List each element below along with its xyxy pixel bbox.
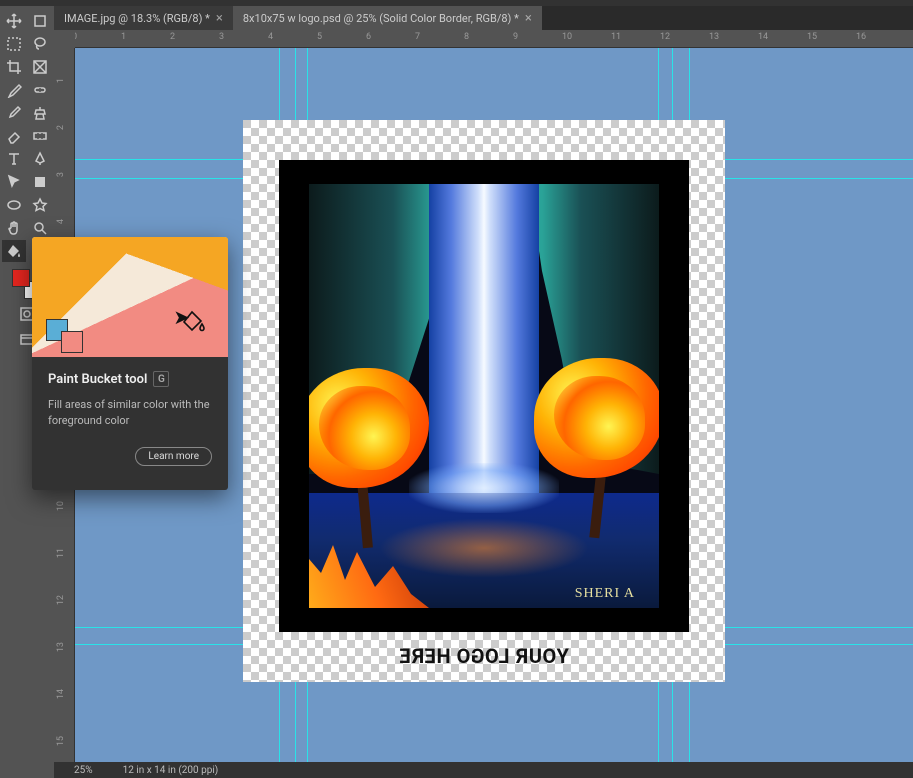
tab-8x10-logo-psd[interactable]: 8x10x75 w logo.psd @ 25% (Solid Color Bo… [233, 6, 542, 30]
artist-signature: SHERI A [575, 586, 635, 602]
tree-left [309, 368, 439, 548]
document-tabs: IMAGE.jpg @ 18.3% (RGB/8) * × 8x10x75 w … [54, 6, 913, 30]
healing-brush-tool[interactable] [28, 79, 52, 101]
image-layer: SHERI A [309, 184, 659, 608]
paint-bucket-icon [182, 309, 206, 333]
ruler-horizontal[interactable]: 012345678910111213141516 [75, 30, 913, 48]
brush-tool[interactable] [2, 102, 26, 124]
eraser-tool[interactable] [2, 125, 26, 147]
tool-tooltip: ➤ Paint Bucket tool G Fill areas of simi… [32, 237, 228, 490]
document-info[interactable]: 12 in x 14 in (200 ppi) [123, 765, 219, 776]
custom-shape-tool[interactable] [28, 194, 52, 216]
shape-tool[interactable] [28, 171, 52, 193]
hand-tool[interactable] [2, 217, 26, 239]
tooltip-title-row: Paint Bucket tool G [48, 371, 212, 387]
solid-color-border: SHERI A [279, 160, 689, 632]
zoom-level[interactable]: 25% [74, 765, 93, 776]
tab-label: 8x10x75 w logo.psd @ 25% (Solid Color Bo… [243, 12, 519, 25]
tooltip-hero-graphic: ➤ [32, 237, 228, 357]
ellipse-tool[interactable] [2, 194, 26, 216]
tooltip-body: Paint Bucket tool G Fill areas of simila… [32, 357, 228, 490]
tooltip-shortcut: G [153, 371, 169, 387]
logo-placeholder-text: YOUR LOGO HERE [243, 644, 725, 668]
zoom-tool[interactable] [28, 217, 52, 239]
status-bar: 25% 12 in x 14 in (200 ppi) [54, 762, 913, 778]
crop-tool[interactable] [2, 56, 26, 78]
path-select-tool[interactable] [2, 171, 26, 193]
close-icon[interactable]: × [525, 11, 532, 26]
paint-bucket-tool[interactable] [2, 240, 26, 262]
gradient-tool[interactable] [28, 125, 52, 147]
tab-image-jpg[interactable]: IMAGE.jpg @ 18.3% (RGB/8) * × [54, 6, 233, 30]
hero-swatch [61, 331, 83, 353]
artboard[interactable]: SHERI A YOUR LOGO HERE [243, 120, 725, 682]
tree-foliage [534, 358, 659, 478]
tree-right [524, 358, 659, 538]
pen-tool[interactable] [28, 148, 52, 170]
lasso-tool[interactable] [28, 33, 52, 55]
tab-label: IMAGE.jpg @ 18.3% (RGB/8) * [64, 12, 210, 25]
move-tool[interactable] [2, 10, 26, 32]
frame-tool[interactable] [28, 56, 52, 78]
clone-stamp-tool[interactable] [28, 102, 52, 124]
foreground-color[interactable] [12, 269, 30, 287]
tooltip-title: Paint Bucket tool [48, 372, 147, 387]
learn-more-button[interactable]: Learn more [135, 447, 212, 466]
eyedropper-tool[interactable] [2, 79, 26, 101]
tooltip-description: Fill areas of similar color with the for… [48, 397, 212, 429]
artboard-tool[interactable] [28, 10, 52, 32]
tree-foliage [309, 368, 429, 488]
marquee-tool[interactable] [2, 33, 26, 55]
type-tool[interactable] [2, 148, 26, 170]
close-icon[interactable]: × [216, 11, 223, 26]
